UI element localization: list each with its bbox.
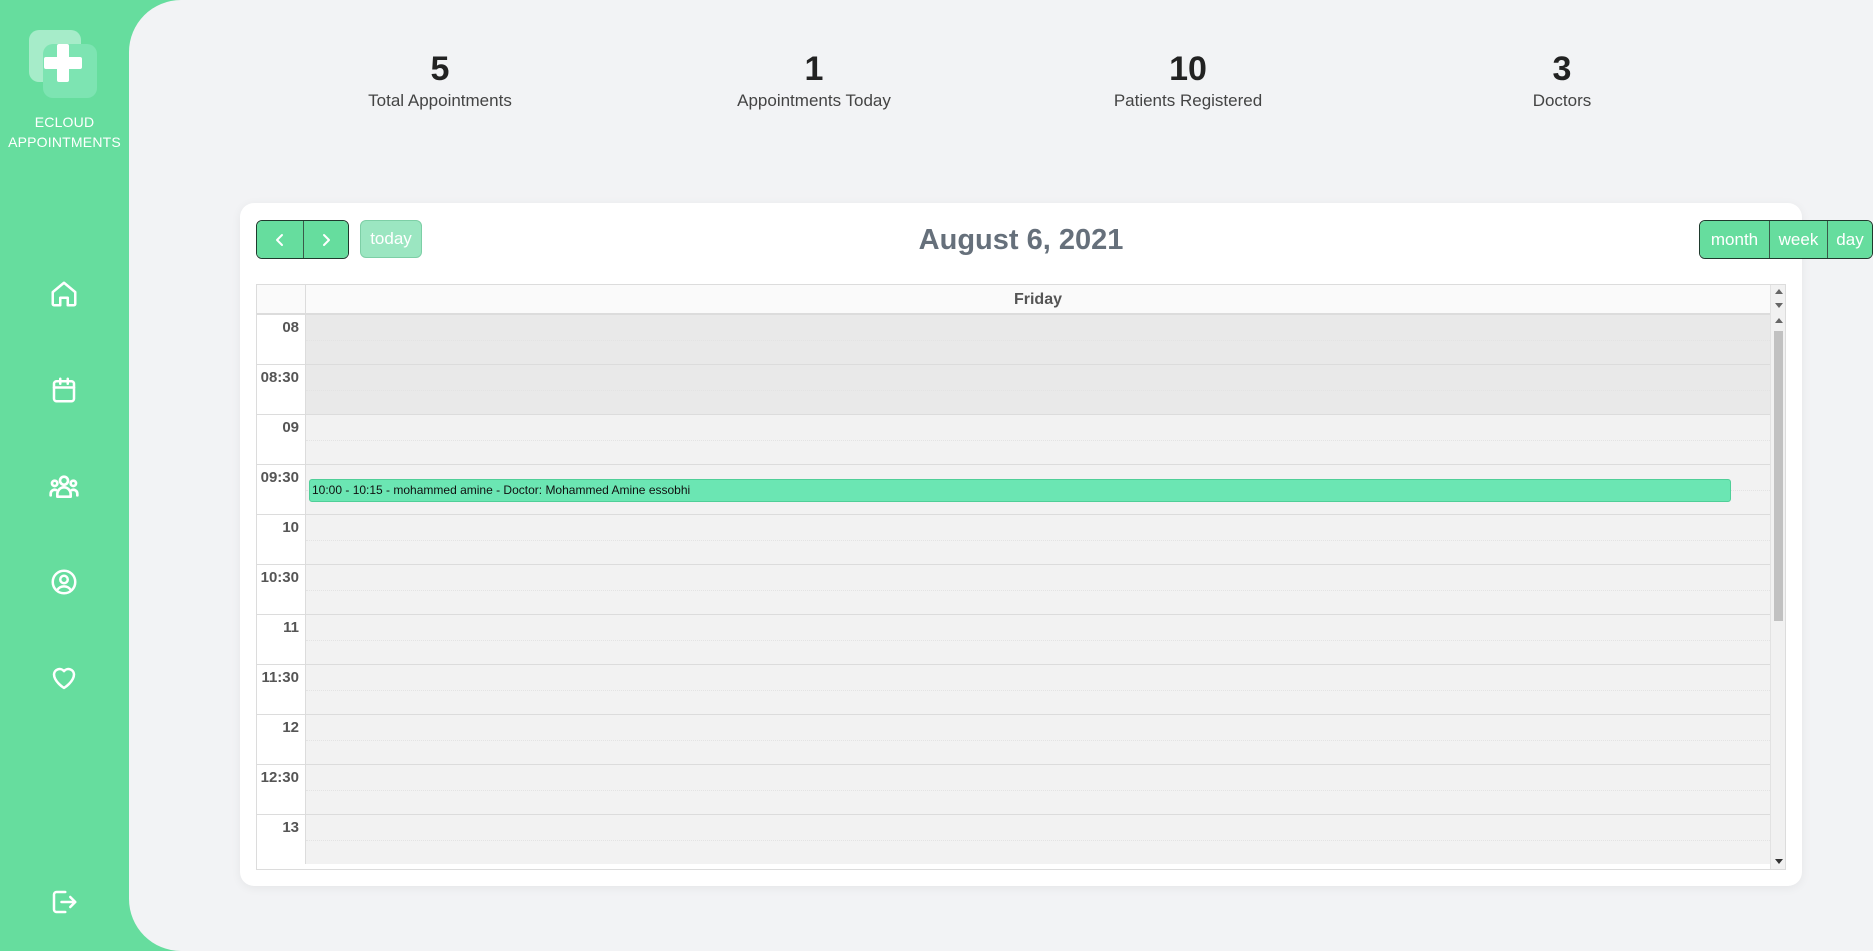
time-label: 09 xyxy=(257,414,306,464)
time-slot-row: 13 xyxy=(257,814,1770,864)
view-week-button[interactable]: week xyxy=(1769,221,1827,258)
nav-patients[interactable] xyxy=(47,469,81,503)
time-label: 10:30 xyxy=(257,564,306,614)
app-logo[interactable] xyxy=(29,30,97,98)
nav-appointments[interactable] xyxy=(47,373,81,407)
time-label: 13 xyxy=(257,814,306,864)
day-grid: Friday 08 08:30 09 09:30 10 10:30 11 11:30 12 12:… xyxy=(256,284,1786,870)
time-slot-row: 09 xyxy=(257,414,1770,464)
view-month-button[interactable]: month xyxy=(1700,221,1769,258)
time-slot-row: 08:30 xyxy=(257,364,1770,414)
nav-home[interactable] xyxy=(47,277,81,311)
time-slot-lane[interactable] xyxy=(306,764,1770,814)
scroll-thumb[interactable] xyxy=(1774,331,1783,621)
stat-value: 10 xyxy=(1169,50,1207,88)
app-name-line1: ECLOUD xyxy=(34,114,95,130)
profile-icon xyxy=(51,569,77,595)
grid-header: Friday xyxy=(257,285,1770,314)
half-hour-divider xyxy=(306,790,1770,791)
scroll-up-arrow-icon[interactable] xyxy=(1775,289,1783,294)
half-hour-divider xyxy=(306,440,1770,441)
time-label: 11:30 xyxy=(257,664,306,714)
app-name-line2: APPOINTMENTS xyxy=(8,134,121,150)
calendar-title: August 6, 2021 xyxy=(918,224,1124,256)
stat-label: Doctors xyxy=(1532,91,1592,110)
half-hour-divider xyxy=(306,690,1770,691)
app-name: ECLOUD APPOINTMENTS xyxy=(0,112,129,152)
half-hour-divider xyxy=(306,840,1770,841)
time-slot-lane[interactable] xyxy=(306,414,1770,464)
stat-patients-registered: 10 Patients Registered xyxy=(1068,48,1308,112)
time-label: 12:30 xyxy=(257,764,306,814)
scroll-down-arrow-icon[interactable] xyxy=(1775,303,1783,308)
heart-icon xyxy=(52,667,76,690)
stat-label: Appointments Today xyxy=(737,91,891,110)
view-day-button[interactable]: day xyxy=(1827,221,1872,258)
time-slot-lane[interactable] xyxy=(306,714,1770,764)
medical-cross-icon xyxy=(44,44,82,82)
stat-label: Total Appointments xyxy=(368,91,512,110)
time-slot-row: 10 xyxy=(257,514,1770,564)
time-slot-lane[interactable] xyxy=(306,614,1770,664)
stat-total-appointments: 5 Total Appointments xyxy=(320,48,560,112)
stat-appointments-today: 1 Appointments Today xyxy=(694,48,934,112)
half-hour-divider xyxy=(306,640,1770,641)
sidebar: ECLOUD APPOINTMENTS xyxy=(0,0,129,951)
stat-value: 3 xyxy=(1552,50,1572,88)
scroll-up-arrow-icon[interactable] xyxy=(1775,318,1783,323)
stat-value: 5 xyxy=(430,50,450,88)
axis-header-cell xyxy=(257,285,306,314)
nav-favorites[interactable] xyxy=(47,661,81,695)
view-switcher: month week day xyxy=(1699,220,1873,259)
time-slot-row: 12:30 xyxy=(257,764,1770,814)
vertical-scrollbar[interactable] xyxy=(1770,285,1785,869)
time-label: 12 xyxy=(257,714,306,764)
time-label: 10 xyxy=(257,514,306,564)
time-slot-lane[interactable] xyxy=(306,364,1770,414)
time-slot-lane[interactable] xyxy=(306,664,1770,714)
time-label: 08 xyxy=(257,314,306,364)
time-slot-row: 11 xyxy=(257,614,1770,664)
time-label: 09:30 xyxy=(257,464,306,514)
logout-icon xyxy=(52,890,77,914)
time-slot-row: 12 xyxy=(257,714,1770,764)
half-hour-divider xyxy=(306,740,1770,741)
time-slot-lane[interactable] xyxy=(306,564,1770,614)
nav-logout[interactable] xyxy=(47,885,81,919)
half-hour-divider xyxy=(306,340,1770,341)
half-hour-divider xyxy=(306,390,1770,391)
stat-value: 1 xyxy=(804,50,824,88)
stat-label: Patients Registered xyxy=(1113,91,1263,110)
time-slot-row: 11:30 xyxy=(257,664,1770,714)
half-hour-divider xyxy=(306,540,1770,541)
nav-profile[interactable] xyxy=(47,565,81,599)
main-panel: 5 Total Appointments 1 Appointments Toda… xyxy=(129,0,1873,951)
time-slot-row: 10:30 xyxy=(257,564,1770,614)
half-hour-divider xyxy=(306,590,1770,591)
day-header: Friday xyxy=(1013,291,1062,308)
stat-doctors: 3 Doctors xyxy=(1442,48,1682,112)
time-slots: 08 08:30 09 09:30 10 10:30 11 11:30 12 12:30 13 xyxy=(257,314,1770,869)
patients-icon xyxy=(49,475,79,498)
time-slot-row: 08 xyxy=(257,314,1770,364)
time-slot-lane[interactable] xyxy=(306,814,1770,864)
calendar-card: today August 6, 2021 month week day Frid… xyxy=(240,203,1873,886)
appointment-event[interactable]: 10:00 - 10:15 - mohammed amine - Doctor:… xyxy=(309,479,1731,502)
scroll-down-arrow-icon[interactable] xyxy=(1775,859,1783,864)
time-slot-lane[interactable] xyxy=(306,314,1770,364)
calendar-icon xyxy=(52,377,76,403)
time-slot-lane[interactable] xyxy=(306,514,1770,564)
home-icon xyxy=(51,281,77,307)
time-label: 11 xyxy=(257,614,306,664)
time-label: 08:30 xyxy=(257,364,306,414)
